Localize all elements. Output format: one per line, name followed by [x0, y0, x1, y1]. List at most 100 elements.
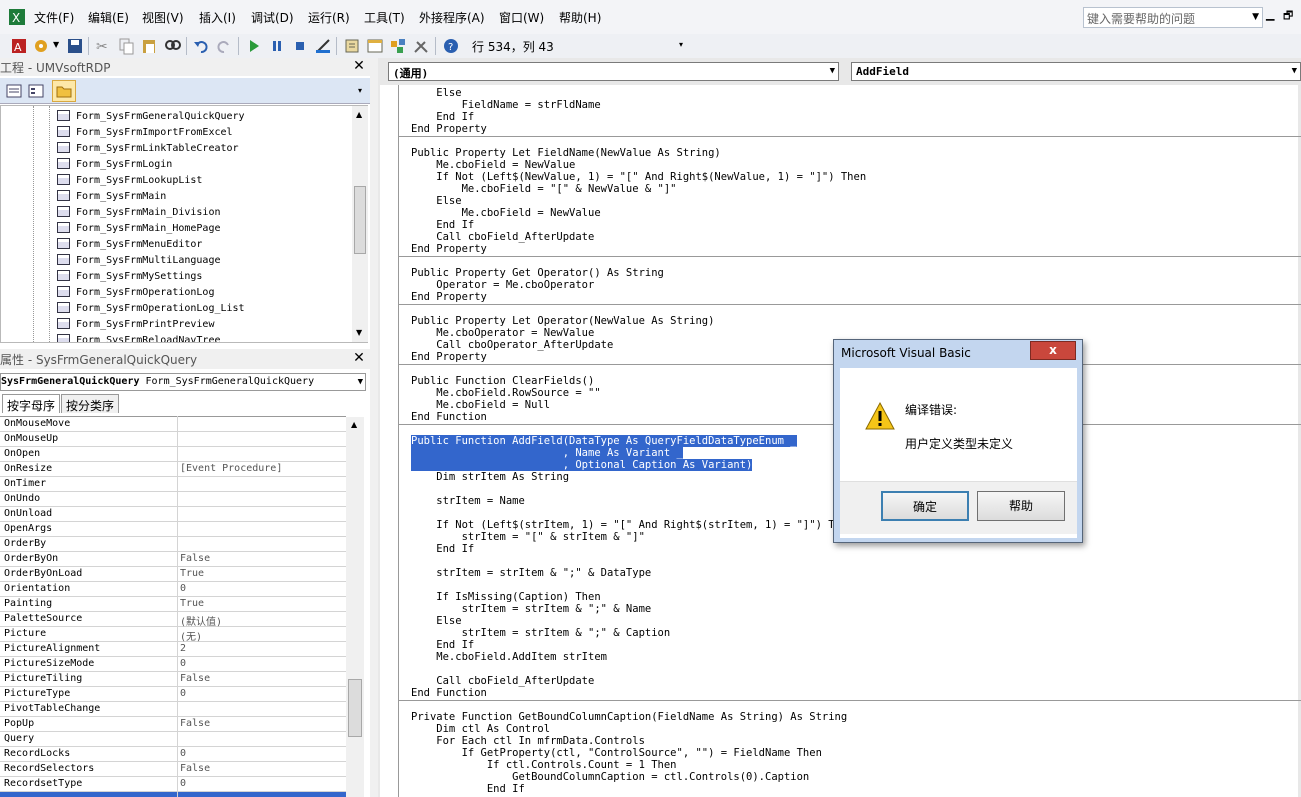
property-row[interactable]: PivotTableChange — [0, 702, 346, 717]
property-row[interactable]: OnMouseMove — [0, 417, 346, 432]
property-row[interactable]: OrderByOnLoad True — [0, 567, 346, 582]
insert-module-icon[interactable] — [32, 37, 50, 55]
property-value[interactable]: 0 — [180, 748, 186, 759]
property-value[interactable]: 2 — [180, 643, 186, 654]
property-row[interactable]: OnResize [Event Procedure] — [0, 462, 346, 477]
close-icon[interactable]: ✕ — [351, 351, 367, 367]
code-margin[interactable] — [380, 85, 398, 797]
property-row[interactable]: OrderByOn False — [0, 552, 346, 567]
save-icon[interactable] — [66, 37, 84, 55]
properties-scrollbar[interactable]: ▲ — [346, 417, 364, 797]
menu-run[interactable]: 运行(R) — [308, 9, 350, 26]
property-value[interactable]: False — [180, 673, 210, 684]
tree-item[interactable]: Form_SysFrmMySettings — [57, 270, 202, 286]
property-row[interactable]: Picture (无) — [0, 627, 346, 643]
tree-item[interactable]: Form_SysFrmMain — [57, 190, 166, 206]
tree-item[interactable]: Form_SysFrmMultiLanguage — [57, 254, 221, 270]
find-icon[interactable] — [163, 37, 181, 55]
toolbar-overflow-icon[interactable]: ▾ — [679, 40, 689, 56]
property-row[interactable]: PopUp False — [0, 717, 346, 732]
property-value[interactable]: 0 — [180, 583, 186, 594]
scroll-thumb[interactable] — [348, 679, 362, 737]
ok-button[interactable]: 确定 — [881, 491, 969, 521]
property-row[interactable]: PictureSizeMode 0 — [0, 657, 346, 672]
redo-icon[interactable] — [215, 37, 233, 55]
property-row[interactable]: OrderBy — [0, 537, 346, 552]
property-row[interactable]: RecordSelectors False — [0, 762, 346, 777]
property-value[interactable]: 0 — [180, 688, 186, 699]
procedure-combo[interactable]: AddField ▼ — [851, 62, 1301, 81]
menu-edit[interactable]: 编辑(E) — [88, 9, 129, 26]
tree-item[interactable]: Form_SysFrmMain_HomePage — [57, 222, 221, 238]
toolbox-icon[interactable] — [412, 37, 430, 55]
cut-icon[interactable]: ✂ — [94, 37, 112, 55]
help-icon[interactable]: ? — [442, 37, 460, 55]
property-row[interactable]: OnUndo — [0, 492, 346, 507]
pane-splitter[interactable] — [370, 58, 378, 797]
view-access-icon[interactable]: A — [10, 37, 28, 55]
reset-icon[interactable] — [291, 37, 309, 55]
design-mode-icon[interactable] — [314, 37, 332, 55]
tree-item[interactable]: Form_SysFrmImportFromExcel — [57, 126, 233, 142]
tree-item[interactable]: Form_SysFrmMenuEditor — [57, 238, 202, 254]
tree-item[interactable]: Form_SysFrmOperationLog — [57, 286, 214, 302]
menu-view[interactable]: 视图(V) — [142, 9, 184, 26]
tree-item[interactable]: Form_SysFrmMain_Division — [57, 206, 221, 222]
property-value[interactable]: 0 — [180, 658, 186, 669]
tree-item[interactable]: Form_SysFrmOperationLog_List — [57, 302, 245, 318]
menu-debug[interactable]: 调试(D) — [251, 9, 294, 26]
property-value[interactable]: False — [180, 553, 210, 564]
tab-alphabetic[interactable]: 按字母序 — [2, 394, 61, 413]
property-value[interactable]: (无) — [180, 628, 202, 643]
property-value[interactable]: (默认值) — [180, 613, 222, 628]
help-button[interactable]: 帮助 — [977, 491, 1065, 521]
property-row[interactable]: OnUnload — [0, 507, 346, 522]
paste-icon[interactable] — [140, 37, 158, 55]
property-row[interactable]: OpenArgs — [0, 522, 346, 537]
menu-addins[interactable]: 外接程序(A) — [419, 9, 485, 26]
view-code-icon[interactable] — [6, 83, 22, 99]
tab-categorized[interactable]: 按分类序 — [61, 394, 120, 413]
tree-item[interactable]: Form_SysFrmReloadNavTree — [57, 334, 221, 342]
property-row[interactable]: RecordsetType 0 — [0, 777, 346, 792]
property-value[interactable]: [Event Procedure] — [180, 463, 282, 474]
property-row[interactable]: PictureType 0 — [0, 687, 346, 702]
object-selector[interactable]: SysFrmGeneralQuickQuery Form_SysFrmGener… — [0, 373, 366, 391]
property-row[interactable]: Query — [0, 732, 346, 747]
view-object-icon[interactable] — [28, 83, 44, 99]
property-row[interactable]: Painting True — [0, 597, 346, 612]
chevron-down-icon[interactable]: ▼ — [358, 377, 363, 387]
tree-item[interactable]: Form_SysFrmGeneralQuickQuery — [57, 110, 245, 126]
run-icon[interactable] — [245, 37, 263, 55]
property-value[interactable]: False — [180, 718, 210, 729]
menu-file[interactable]: 文件(F) — [34, 9, 74, 26]
chevron-down-icon[interactable]: ▼ — [830, 66, 835, 76]
tree-item[interactable]: Form_SysFrmLinkTableCreator — [57, 142, 239, 158]
properties-window-icon[interactable] — [366, 37, 384, 55]
tree-item[interactable]: Form_SysFrmPrintPreview — [57, 318, 214, 334]
minimize-icon[interactable]: ▁ — [1266, 8, 1274, 21]
menu-window[interactable]: 窗口(W) — [499, 9, 544, 26]
chevron-down-icon[interactable]: ▼ — [1252, 12, 1259, 22]
chevron-down-icon[interactable]: ▼ — [53, 40, 59, 49]
property-row-selected[interactable] — [0, 792, 346, 797]
scroll-up-icon[interactable]: ▲ — [351, 420, 357, 429]
undo-icon[interactable] — [192, 37, 210, 55]
property-value[interactable]: True — [180, 568, 204, 579]
restore-icon[interactable]: 🗗 — [1283, 7, 1293, 26]
property-row[interactable]: PaletteSource (默认值) — [0, 612, 346, 628]
menu-tools[interactable]: 工具(T) — [364, 9, 405, 26]
menu-help[interactable]: 帮助(H) — [559, 9, 601, 26]
scroll-up-icon[interactable]: ▲ — [356, 110, 362, 119]
property-row[interactable]: RecordLocks 0 — [0, 747, 346, 762]
tree-item[interactable]: Form_SysFrmLogin — [57, 158, 172, 174]
property-row[interactable]: PictureTiling False — [0, 672, 346, 687]
help-search-input[interactable]: 键入需要帮助的问题 ▼ — [1083, 7, 1263, 28]
scroll-down-icon[interactable]: ▼ — [356, 328, 362, 337]
property-row[interactable]: PictureAlignment 2 — [0, 642, 346, 657]
dialog-close-button[interactable]: x — [1030, 341, 1076, 360]
property-value[interactable]: False — [180, 763, 210, 774]
property-row[interactable]: OnOpen — [0, 447, 346, 462]
property-value[interactable]: 0 — [180, 778, 186, 789]
property-value[interactable]: True — [180, 598, 204, 609]
